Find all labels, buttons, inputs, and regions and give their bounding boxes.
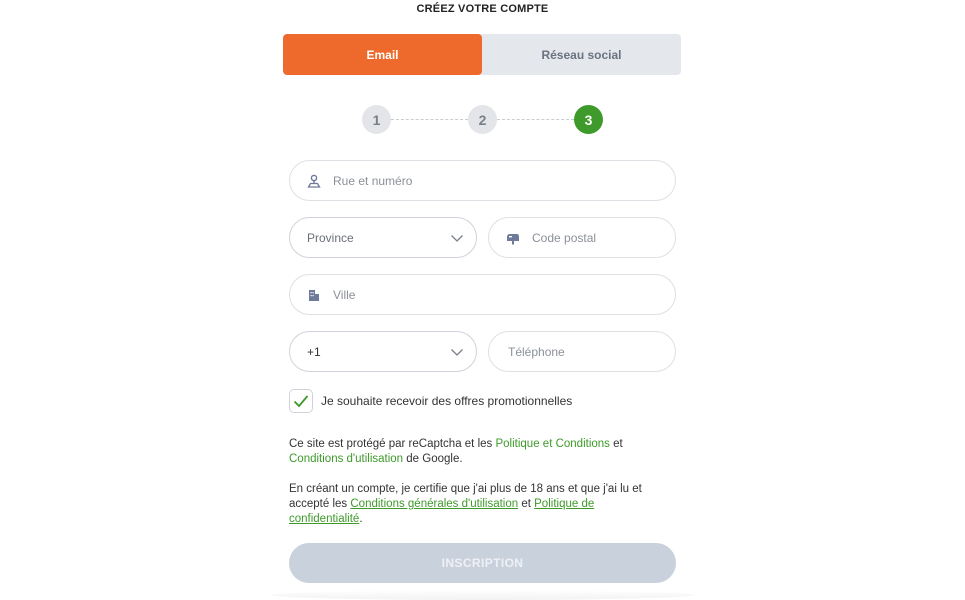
province-select[interactable]: Province <box>289 217 477 258</box>
terms-notice: En créant un compte, je certifie que j'a… <box>289 482 669 527</box>
recaptcha-text: de Google. <box>403 453 463 465</box>
terms-text: . <box>359 513 363 525</box>
building-icon <box>307 288 321 302</box>
postal-code-field <box>488 217 676 258</box>
step-1: 1 <box>362 105 391 134</box>
checkmark-icon <box>293 395 309 408</box>
google-terms-link[interactable]: Conditions d'utilisation <box>289 453 403 465</box>
province-value: Province <box>307 230 354 245</box>
street-input[interactable] <box>333 173 646 188</box>
signup-method-tabs: Email Réseau social <box>283 34 681 75</box>
step-3: 3 <box>574 105 603 134</box>
promo-label: Je souhaite recevoir des offres promotio… <box>321 394 573 408</box>
city-field <box>289 274 676 315</box>
registration-page: CRÉEZ VOTRE COMPTE Email Réseau social 1… <box>0 0 965 600</box>
street-field <box>289 160 676 201</box>
bottom-shadow <box>270 590 695 600</box>
step-indicator: 1 2 3 <box>362 105 603 135</box>
terms-of-use-link[interactable]: Conditions générales d'utilisation <box>350 498 518 510</box>
signup-button[interactable]: INSCRIPTION <box>289 543 676 583</box>
recaptcha-text: et <box>609 438 623 450</box>
phone-input[interactable] <box>508 344 650 359</box>
tab-email[interactable]: Email <box>283 34 482 75</box>
promo-checkbox[interactable] <box>289 389 313 413</box>
google-policy-link[interactable]: Politique et Conditions <box>495 438 609 450</box>
map-marker-icon <box>307 174 321 188</box>
recaptcha-notice: Ce site est protégé par reCaptcha et les… <box>289 437 674 467</box>
terms-text: et <box>518 498 535 510</box>
step-2: 2 <box>468 105 497 134</box>
promo-consent-row: Je souhaite recevoir des offres promotio… <box>289 389 572 413</box>
phone-field <box>488 331 676 372</box>
postal-code-input[interactable] <box>532 230 675 245</box>
step-connector <box>497 119 574 120</box>
chevron-down-icon <box>451 348 463 356</box>
chevron-down-icon <box>451 234 463 242</box>
tab-social-network[interactable]: Réseau social <box>482 34 681 75</box>
page-title: CRÉEZ VOTRE COMPTE <box>416 3 549 15</box>
step-connector <box>391 119 468 120</box>
recaptcha-text: Ce site est protégé par reCaptcha et les <box>289 438 496 450</box>
phone-code-select[interactable]: +1 <box>289 331 477 372</box>
mailbox-icon <box>506 231 520 245</box>
city-input[interactable] <box>333 287 646 302</box>
phone-code-value: +1 <box>307 344 321 359</box>
